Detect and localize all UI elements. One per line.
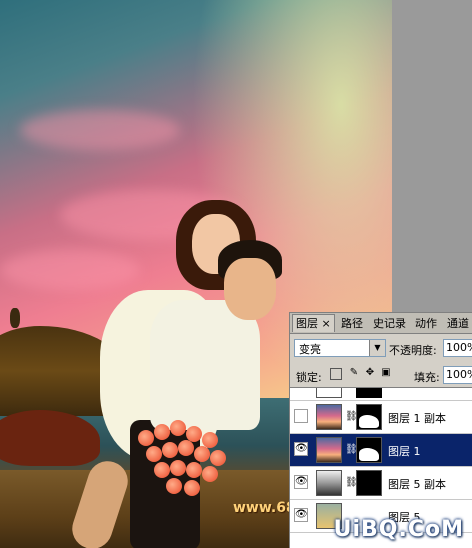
tab-channels[interactable]: 通道: [444, 315, 472, 332]
layer-row[interactable]: ⛓ 图层 1 副本: [290, 401, 472, 434]
layers-panel: 图层 × 路径 史记录 动作 通道 变亮 ▼ 不透明度: 100% 锁定: ✎ …: [289, 312, 472, 548]
link-icon: ⛓: [345, 477, 358, 488]
eye-icon[interactable]: 👁: [294, 475, 308, 489]
eye-icon[interactable]: 👁: [294, 508, 308, 522]
tab-history[interactable]: 史记录: [370, 315, 409, 332]
cloud: [20, 110, 180, 150]
opacity-input[interactable]: 100%: [443, 339, 472, 357]
blend-mode-value: 变亮: [299, 343, 321, 356]
tab-paths[interactable]: 路径: [338, 315, 366, 332]
layer-row[interactable]: 👁 ⛓ 图层 5 副本: [290, 467, 472, 500]
visibility-toggle[interactable]: [294, 409, 308, 423]
blend-mode-select[interactable]: 变亮 ▼: [294, 339, 386, 357]
layer-row-selected[interactable]: 👁 ⛓ 图层 1: [290, 434, 472, 467]
link-icon: ⛓: [345, 411, 358, 422]
layer-mask-thumbnail: [356, 404, 382, 430]
layer-thumbnail: [316, 388, 342, 398]
layer-thumbnail: [316, 437, 342, 463]
panel-tabs: 图层 × 路径 史记录 动作 通道: [290, 313, 472, 334]
lock-label: 锁定:: [296, 371, 322, 384]
close-icon[interactable]: ×: [322, 317, 331, 330]
layer-name: 图层 1: [388, 445, 421, 458]
layer-thumbnail: [316, 404, 342, 430]
tree: [10, 308, 20, 328]
layer-row-partial[interactable]: [290, 388, 472, 401]
cloud: [0, 250, 140, 290]
fill-label: 填充:: [414, 371, 440, 384]
watermark-brand: UiBQ.CoM: [333, 517, 464, 542]
tab-layers[interactable]: 图层 ×: [292, 314, 335, 332]
chevron-down-icon[interactable]: ▼: [369, 340, 385, 356]
layer-mask-thumbnail: [356, 437, 382, 463]
brush-icon[interactable]: ✎: [348, 368, 360, 380]
lock-icon[interactable]: ▣: [380, 368, 392, 380]
opacity-label: 不透明度:: [389, 344, 437, 357]
layer-name: 图层 5 副本: [388, 478, 446, 491]
layer-mask-thumbnail: [356, 388, 382, 398]
layer-mask-thumbnail: [356, 470, 382, 496]
tab-actions[interactable]: 动作: [412, 315, 440, 332]
layer-thumbnail: [316, 470, 342, 496]
lock-transparent-icon[interactable]: [330, 368, 342, 380]
layer-name: 图层 1 副本: [388, 412, 446, 425]
tab-layers-label: 图层: [296, 317, 318, 330]
boy-face: [224, 258, 276, 320]
fill-input[interactable]: 100%: [443, 366, 472, 384]
eye-icon[interactable]: 👁: [294, 442, 308, 456]
move-icon[interactable]: ✥: [364, 368, 376, 380]
link-icon: ⛓: [345, 444, 358, 455]
